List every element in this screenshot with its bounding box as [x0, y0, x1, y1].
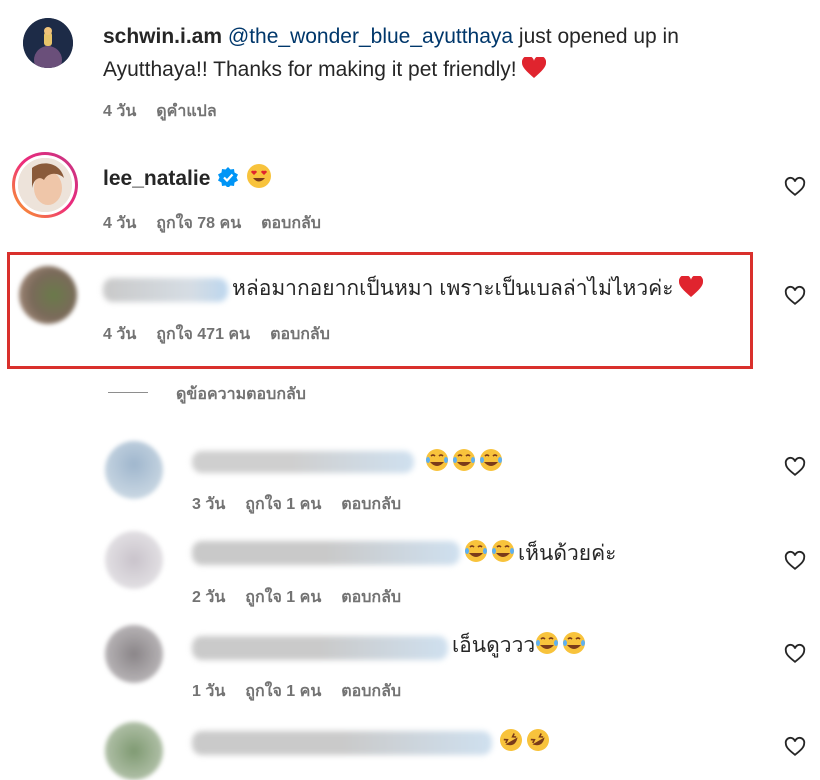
- comment-meta: 4 วัน ถูกใจ 78 คน ตอบกลับ: [103, 211, 321, 236]
- username[interactable]: lee_natalie: [103, 167, 210, 190]
- reply-button[interactable]: ตอบกลับ: [261, 211, 321, 236]
- reply-button[interactable]: ตอบกลับ: [270, 322, 330, 347]
- like-heart-icon[interactable]: [784, 643, 806, 670]
- reply-button[interactable]: ตอบกลับ: [341, 585, 401, 610]
- tears-of-joy-emoji-icon: [426, 449, 448, 471]
- comment-time: 4 วัน: [103, 326, 137, 343]
- comment-text: หล่อมากอยากเป็นหมา เพราะเป็นเบลล่าไม่ไหว…: [232, 272, 704, 308]
- comment-time: 3 วัน: [192, 496, 226, 513]
- likes-count[interactable]: ถูกใจ 1 คน: [245, 679, 321, 704]
- username-blurred[interactable]: [192, 731, 492, 755]
- comment-text-line2: Ayutthaya!! Thanks for making it pet fri…: [103, 58, 517, 81]
- comment-time: 2 วัน: [192, 589, 226, 606]
- comment-time: 1 วัน: [192, 683, 226, 700]
- username-blurred[interactable]: [103, 278, 228, 302]
- like-heart-icon[interactable]: [784, 736, 806, 763]
- reply-button[interactable]: ตอบกลับ: [341, 492, 401, 517]
- tears-of-joy-emoji-icon: [492, 540, 514, 562]
- comment-emojis: [499, 728, 553, 754]
- comment-meta: 4 วัน ดูคำแปล: [103, 99, 217, 124]
- comment-time: 4 วัน: [103, 215, 137, 232]
- username-blurred[interactable]: [192, 451, 414, 473]
- avatar-story-ring[interactable]: [12, 152, 78, 218]
- comment-body: lee_natalie: [103, 162, 272, 199]
- comment-text-line1: just opened up in: [513, 25, 679, 48]
- avatar[interactable]: [105, 441, 163, 499]
- comment-meta: 2 วัน ถูกใจ 1 คน ตอบกลับ: [192, 585, 401, 610]
- verified-badge-icon: [218, 164, 239, 197]
- view-replies-line: [108, 392, 148, 393]
- red-heart-emoji-icon: [679, 274, 704, 308]
- tears-of-joy-emoji-icon: [480, 449, 502, 471]
- mention-link[interactable]: @the_wonder_blue_ayutthaya: [228, 25, 513, 48]
- comment-time: 4 วัน: [103, 103, 137, 120]
- avatar[interactable]: [105, 722, 163, 780]
- highlight-box: [7, 252, 753, 369]
- translate-link[interactable]: ดูคำแปล: [156, 99, 216, 124]
- likes-count[interactable]: ถูกใจ 1 คน: [245, 585, 321, 610]
- tears-of-joy-emoji-icon: [453, 449, 475, 471]
- rolling-laughing-emoji-icon: [500, 729, 522, 751]
- reply-button[interactable]: ตอบกลับ: [341, 679, 401, 704]
- username-blurred[interactable]: [192, 541, 460, 565]
- comment-emojis: [425, 448, 506, 474]
- red-heart-emoji-icon: [522, 55, 547, 89]
- comment-body: schwin.i.am @the_wonder_blue_ayutthaya j…: [103, 20, 783, 89]
- tears-of-joy-emoji-icon: [465, 540, 487, 562]
- like-heart-icon[interactable]: [784, 550, 806, 577]
- username[interactable]: schwin.i.am: [103, 25, 222, 48]
- tears-of-joy-emoji-icon: [536, 632, 559, 654]
- like-heart-icon[interactable]: [784, 285, 806, 312]
- avatar[interactable]: [105, 531, 163, 589]
- comment-text: เอ็นดูววว: [452, 629, 589, 662]
- tears-of-joy-emoji-icon: [563, 632, 586, 654]
- like-heart-icon[interactable]: [784, 456, 806, 483]
- heart-eyes-emoji-icon: [246, 163, 272, 199]
- likes-count[interactable]: ถูกใจ 78 คน: [156, 211, 241, 236]
- username-blurred[interactable]: [192, 636, 448, 660]
- likes-count[interactable]: ถูกใจ 1 คน: [245, 492, 321, 517]
- comment-text: เห็นด้วยค่ะ: [464, 537, 616, 570]
- avatar[interactable]: [105, 625, 163, 683]
- like-heart-icon[interactable]: [784, 176, 806, 203]
- rolling-laughing-emoji-icon: [527, 729, 549, 751]
- comment-meta: 3 วัน ถูกใจ 1 คน ตอบกลับ: [192, 492, 401, 517]
- avatar[interactable]: [23, 18, 73, 68]
- comment-meta: 1 วัน ถูกใจ 1 คน ตอบกลับ: [192, 679, 401, 704]
- comment-meta: 4 วัน ถูกใจ 471 คน ตอบกลับ: [103, 322, 330, 347]
- view-replies-button[interactable]: ดูข้อความตอบกลับ: [176, 382, 306, 407]
- likes-count[interactable]: ถูกใจ 471 คน: [156, 322, 250, 347]
- avatar[interactable]: [19, 266, 77, 324]
